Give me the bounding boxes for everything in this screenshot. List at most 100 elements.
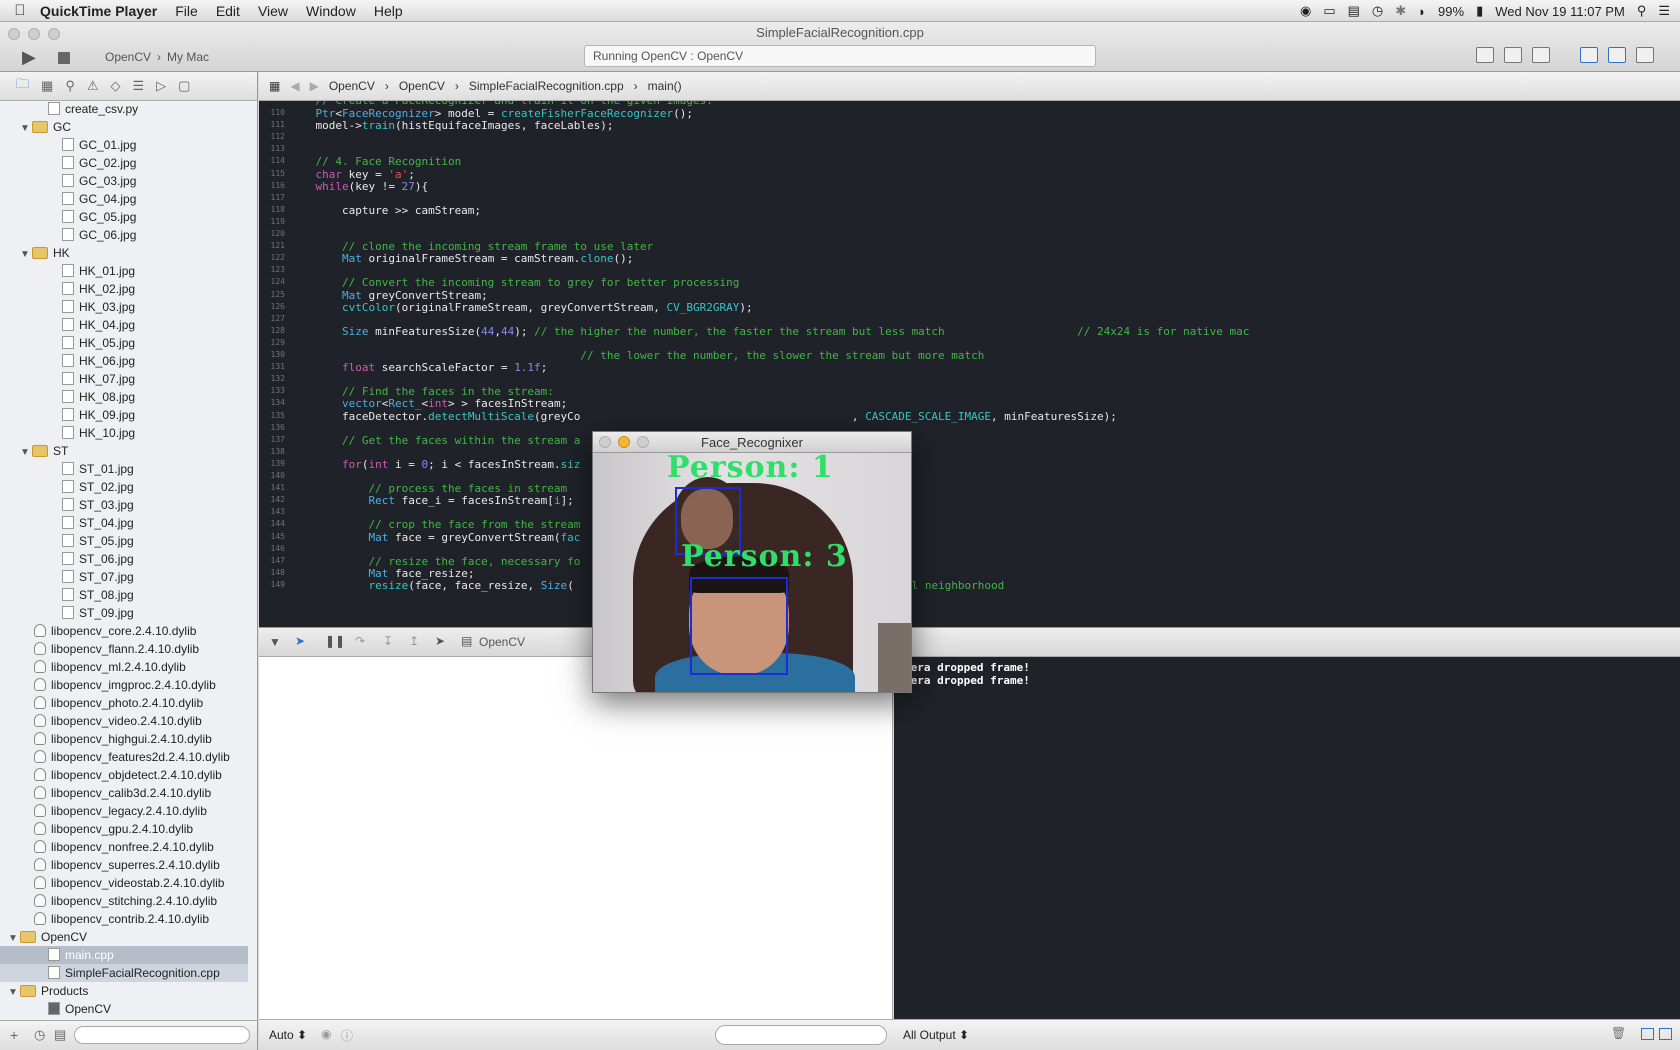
file-item[interactable]: GC_03.jpg [0, 172, 248, 190]
variables-filter-field[interactable] [715, 1025, 887, 1045]
file-item[interactable]: HK_04.jpg [0, 316, 248, 334]
file-item[interactable]: ST_07.jpg [0, 568, 248, 586]
file-item[interactable]: ST_09.jpg [0, 604, 248, 622]
show-console-icon[interactable] [1659, 1028, 1672, 1040]
filter-field[interactable] [74, 1026, 250, 1044]
folder-item[interactable]: ▼ GC [0, 118, 248, 136]
recent-files-icon[interactable]: ◷ [34, 1027, 45, 1043]
show-variables-icon[interactable] [1641, 1028, 1654, 1040]
run-button[interactable]: ▶ [22, 48, 42, 66]
file-item[interactable]: HK_08.jpg [0, 388, 248, 406]
stop-button[interactable] [58, 52, 70, 64]
file-item[interactable]: HK_01.jpg [0, 262, 248, 280]
trash-icon[interactable]: 🗑 [1611, 1026, 1626, 1040]
close-window-button[interactable] [599, 436, 611, 448]
library-item[interactable]: libopencv_highgui.2.4.10.dylib [0, 730, 248, 748]
pause-icon[interactable]: ❚❚ [325, 634, 345, 648]
record-icon[interactable]: ◉ [1300, 3, 1311, 19]
file-item[interactable]: ST_02.jpg [0, 478, 248, 496]
menu-window[interactable]: Window [306, 3, 356, 19]
source-editor[interactable]: 110 111 112 113 114 115 116 117 118 119 120 121 122 1… [259, 101, 1680, 627]
utilities-toggle-icon[interactable] [1636, 47, 1654, 63]
info-icon[interactable]: ⓘ [341, 1027, 353, 1044]
menu-help[interactable]: Help [374, 3, 403, 19]
step-in-icon[interactable]: ↧ [383, 634, 393, 648]
library-item[interactable]: libopencv_contrib.2.4.10.dylib [0, 910, 248, 928]
file-item[interactable]: ST_04.jpg [0, 514, 248, 532]
menu-app-name[interactable]: QuickTime Player [40, 3, 157, 19]
library-item[interactable]: libopencv_features2d.2.4.10.dylib [0, 748, 248, 766]
folder-item[interactable]: ▼ HK [0, 244, 248, 262]
folder-item[interactable]: ▼ OpenCV [0, 928, 248, 946]
minimize-window-button[interactable] [618, 436, 630, 448]
variables-view[interactable] [259, 657, 893, 1019]
menu-edit[interactable]: Edit [216, 3, 240, 19]
line-gutter[interactable]: 110 111 112 113 114 115 116 117 118 119 120 121 122 1… [259, 101, 285, 627]
location-icon[interactable]: ➤ [435, 634, 445, 648]
quick-look-icon[interactable]: ◉ [321, 1027, 331, 1041]
debug-navigator-icon[interactable]: ☰ [133, 78, 145, 94]
file-item[interactable]: HK_10.jpg [0, 424, 248, 442]
log-navigator-icon[interactable]: ▢ [178, 78, 190, 94]
issue-navigator-icon[interactable]: ⚠ [87, 78, 99, 94]
file-item[interactable]: main.cpp [0, 946, 248, 964]
library-item[interactable]: libopencv_objdetect.2.4.10.dylib [0, 766, 248, 784]
spotlight-icon[interactable]: ⚲ [1637, 3, 1647, 19]
file-item[interactable]: GC_05.jpg [0, 208, 248, 226]
display-icon[interactable]: ▤ [1348, 3, 1360, 19]
file-item[interactable]: OpenCV [0, 1000, 248, 1018]
folder-item[interactable]: ▼ ST [0, 442, 248, 460]
file-item[interactable]: ST_05.jpg [0, 532, 248, 550]
related-items-icon[interactable]: ▦ [269, 79, 280, 93]
file-item[interactable]: create_csv.py [0, 101, 248, 118]
menu-view[interactable]: View [258, 3, 288, 19]
version-editor-icon[interactable] [1532, 47, 1550, 63]
hide-debug-area-icon[interactable]: ▼ [269, 635, 281, 649]
find-navigator-icon[interactable]: ⚲ [65, 78, 75, 94]
face-window-titlebar[interactable]: Face_Recognixer [593, 432, 911, 453]
library-item[interactable]: libopencv_ml.2.4.10.dylib [0, 658, 248, 676]
file-item[interactable]: ST_03.jpg [0, 496, 248, 514]
file-item[interactable]: HK_09.jpg [0, 406, 248, 424]
breakpoints-toggle-icon[interactable]: ➤ [295, 634, 305, 648]
library-item[interactable]: libopencv_core.2.4.10.dylib [0, 622, 248, 640]
file-item[interactable]: HK_02.jpg [0, 280, 248, 298]
forward-arrow-icon[interactable]: ▶ [310, 79, 319, 93]
file-item[interactable]: ST_06.jpg [0, 550, 248, 568]
library-item[interactable]: libopencv_stitching.2.4.10.dylib [0, 892, 248, 910]
airplay-icon[interactable]: ▭ [1323, 3, 1335, 19]
zoom-window-button[interactable] [637, 436, 649, 448]
apple-menu-icon[interactable]:  [0, 2, 40, 19]
add-icon[interactable]: + [10, 1027, 18, 1043]
jump-group[interactable]: OpenCV [399, 79, 445, 93]
library-item[interactable]: libopencv_video.2.4.10.dylib [0, 712, 248, 730]
output-select[interactable]: All Output ⬍ [903, 1028, 969, 1042]
file-item[interactable]: ST_08.jpg [0, 586, 248, 604]
library-item[interactable]: libopencv_imgproc.2.4.10.dylib [0, 676, 248, 694]
library-item[interactable]: libopencv_gpu.2.4.10.dylib [0, 820, 248, 838]
battery-percent[interactable]: 99% [1438, 4, 1464, 19]
back-arrow-icon[interactable]: ◀ [290, 79, 299, 93]
file-item[interactable]: SimpleFacialRecognition.cpp [0, 964, 248, 982]
file-item[interactable]: ST_01.jpg [0, 460, 248, 478]
project-navigator-icon[interactable]: 🗀 [16, 75, 29, 97]
file-item[interactable]: GC_06.jpg [0, 226, 248, 244]
file-item[interactable]: GC_04.jpg [0, 190, 248, 208]
file-item[interactable]: HK_03.jpg [0, 298, 248, 316]
jump-symbol[interactable]: main() [648, 79, 682, 93]
step-over-icon[interactable]: ↷ [355, 634, 365, 648]
standard-editor-icon[interactable] [1476, 47, 1494, 63]
symbol-navigator-icon[interactable]: ▦ [41, 78, 53, 94]
clock[interactable]: Wed Nov 19 11:07 PM [1495, 4, 1625, 19]
file-item[interactable]: GC_01.jpg [0, 136, 248, 154]
bluetooth-icon[interactable]: ✱ [1395, 3, 1406, 19]
debug-area-toggle-icon[interactable] [1608, 47, 1626, 63]
breakpoint-navigator-icon[interactable]: ▷ [156, 78, 166, 94]
file-item[interactable]: HK_05.jpg [0, 334, 248, 352]
library-item[interactable]: libopencv_calib3d.2.4.10.dylib [0, 784, 248, 802]
folder-item[interactable]: ▼ Products [0, 982, 248, 1000]
battery-icon[interactable]: ▮ [1476, 3, 1483, 19]
jump-project[interactable]: OpenCV [329, 79, 375, 93]
navigator-toggle-icon[interactable] [1580, 47, 1598, 63]
debug-target[interactable]: OpenCV [479, 635, 525, 649]
